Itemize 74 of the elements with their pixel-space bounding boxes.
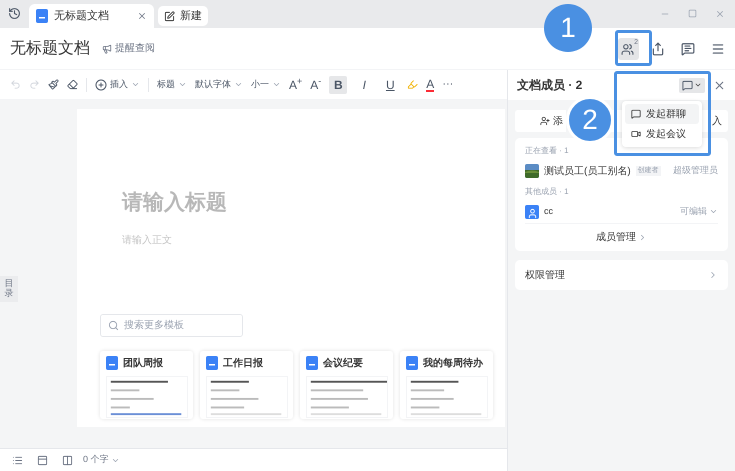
tab-label: 无标题文档 <box>54 8 110 24</box>
member-name: 测试员工(员工别名) <box>544 164 631 178</box>
page-width-icon[interactable] <box>37 454 48 466</box>
chat-dropdown-button[interactable] <box>679 78 705 92</box>
member-management-link[interactable]: 成员管理 <box>525 224 718 251</box>
close-icon[interactable] <box>713 78 726 92</box>
template-title: 会议纪要 <box>323 356 363 370</box>
eraser-icon[interactable] <box>67 79 78 90</box>
remind-button[interactable]: 提醒查阅 <box>102 41 155 56</box>
tab[interactable]: 新建 <box>158 6 208 26</box>
template-card[interactable]: 会议纪要 <box>300 350 393 418</box>
history-icon[interactable] <box>8 7 21 20</box>
outline-view-icon[interactable] <box>12 454 23 466</box>
template-card[interactable]: 工作日报 <box>200 350 293 418</box>
format-button[interactable]: U <box>381 76 400 94</box>
plus-circle-icon <box>95 78 107 90</box>
comment-icon[interactable] <box>681 42 695 56</box>
increase-font-button[interactable]: A$^{+}$ <box>289 76 302 94</box>
member-role: 超级管理员 <box>673 164 718 178</box>
add-member-button[interactable]: 添 <box>515 110 566 132</box>
permission-management-row[interactable]: 权限管理 <box>515 260 728 290</box>
section-label: 其他成员 · 1 <box>525 186 570 198</box>
document-icon <box>406 356 418 370</box>
font-dropdown[interactable]: 默认字体 <box>195 78 243 92</box>
font-color-button[interactable]: A <box>426 78 434 92</box>
highlight-frame <box>615 30 652 66</box>
member-name: cc <box>544 204 553 218</box>
caret-icon <box>131 80 140 89</box>
outline-tab[interactable]: 目录 <box>0 276 18 302</box>
size-dropdown[interactable]: 小一 <box>251 78 281 92</box>
megaphone-icon <box>102 44 112 54</box>
user-avatar-icon <box>525 204 539 218</box>
page-margin-icon[interactable] <box>62 454 73 466</box>
video-camera-icon <box>631 129 641 139</box>
template-title: 团队周报 <box>123 356 163 370</box>
share-icon[interactable] <box>651 42 665 56</box>
close-icon[interactable] <box>137 11 147 21</box>
tab[interactable]: 无标题文档 <box>29 4 154 28</box>
format-button[interactable]: B <box>329 76 348 94</box>
document-icon <box>36 9 48 23</box>
word-count-button[interactable]: 0 个字 <box>83 453 120 467</box>
caret-icon <box>178 80 187 89</box>
template-title: 工作日报 <box>223 356 263 370</box>
new-document-icon <box>164 10 175 22</box>
heading-dropdown[interactable]: 标题 <box>157 78 187 92</box>
chat-icon <box>631 109 641 119</box>
caret-icon <box>234 80 243 89</box>
template-title: 我的每周待办 <box>423 356 483 370</box>
document-icon <box>206 356 218 370</box>
menu-item[interactable]: 发起会议 <box>625 124 699 144</box>
panel-title: 文档成员 · 2 <box>517 77 582 94</box>
add-user-icon <box>540 116 550 126</box>
document-title[interactable]: 无标题文档 <box>10 36 90 60</box>
caret-icon <box>709 207 718 216</box>
format-button[interactable]: I <box>355 76 374 94</box>
chevron-right-icon <box>638 233 647 242</box>
search-icon <box>108 320 119 330</box>
template-card[interactable]: 团队周报 <box>100 350 193 418</box>
template-card[interactable]: 我的每周待办 <box>400 350 493 418</box>
document-icon <box>306 356 318 370</box>
format-painter-icon[interactable] <box>48 79 59 90</box>
menu-icon[interactable] <box>711 42 725 56</box>
users-icon <box>621 42 634 56</box>
decrease-font-button[interactable]: A$^{-}$ <box>310 76 322 94</box>
document-icon <box>106 356 118 370</box>
chat-icon <box>682 80 693 90</box>
section-label: 正在查看 · 1 <box>525 145 570 157</box>
step-marker: 1 <box>544 4 592 52</box>
caret-icon <box>272 80 281 89</box>
tab-label: 新建 <box>180 8 202 24</box>
menu-item[interactable]: 发起群聊 <box>625 104 699 124</box>
insert-button[interactable]: 插入 <box>95 78 140 92</box>
caret-icon <box>694 81 702 89</box>
more-button[interactable]: ··· <box>442 76 454 93</box>
